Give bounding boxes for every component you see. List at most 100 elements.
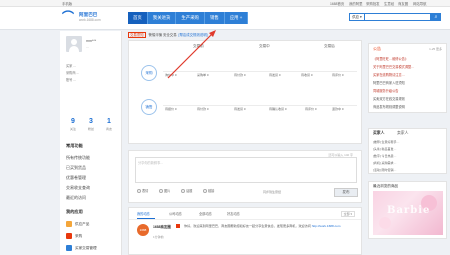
- app-purchase[interactable]: 采购: [66, 233, 82, 239]
- topstrip-link[interactable]: 1688首页: [330, 1, 344, 6]
- post-option-topic[interactable]: 话题: [181, 188, 192, 193]
- common-functions-title: 常用功能: [66, 143, 83, 148]
- post-option-label: 话题: [186, 189, 193, 193]
- logo-subtitle: work.1688.com: [79, 18, 101, 22]
- side-link[interactable]: 所有传统功能: [66, 155, 90, 161]
- nav-apps[interactable]: 应用 +: [224, 12, 249, 24]
- side-link[interactable]: 交易收支查询: [66, 185, 90, 191]
- flow-cell[interactable]: 待发货 0: [269, 73, 281, 77]
- box-icon: [66, 221, 72, 227]
- header: ⌒ 阿里巴巴 work.1688.com 首页 我关进货 生产采购 销售 应用 …: [0, 7, 450, 30]
- search-type-select[interactable]: 供应 ▾: [349, 13, 365, 21]
- feed-tab[interactable]: 我的动态: [137, 211, 150, 216]
- sync-checkbox[interactable]: 同步到生意经: [263, 190, 281, 194]
- announcement-item[interactable]: 买卖双方在线交易规则: [373, 96, 405, 101]
- stat-number: 3: [89, 118, 93, 125]
- flow-cell[interactable]: 待确认收货 0: [269, 107, 287, 111]
- announcement-item[interactable]: 买家在线购物请注意…: [373, 72, 405, 77]
- flow-divider: [163, 105, 357, 106]
- stat-follow[interactable]: 9 关注: [64, 118, 82, 131]
- main-nav: 首页 我关进货 生产采购 销售 应用 +: [128, 12, 249, 24]
- feed-user-name[interactable]: 1688商友圈: [153, 224, 171, 229]
- topstrip-link[interactable]: 我的阿里: [349, 1, 363, 6]
- list-item[interactable]: [活动] 限时促销…: [373, 168, 397, 172]
- feed-link[interactable]: http://work.1688.com: [312, 224, 341, 228]
- feed-filter-dropdown[interactable]: 全部 ▾: [340, 211, 355, 217]
- nav-home[interactable]: 首页: [128, 12, 148, 24]
- flow-cell[interactable]: 待收货 0: [301, 73, 313, 77]
- purchase-circle[interactable]: 采购: [141, 65, 157, 81]
- post-option-image[interactable]: 图片: [159, 188, 170, 193]
- flow-cell[interactable]: 待付款 0: [197, 107, 209, 111]
- publish-button[interactable]: 发布: [334, 188, 358, 197]
- flow-cell[interactable]: 询价中 0: [165, 73, 177, 77]
- flow-cell[interactable]: 待付款 0: [234, 73, 246, 77]
- mobile-link[interactable]: 手机版: [62, 1, 72, 6]
- feed-avatar[interactable]: 1688: [137, 224, 149, 236]
- topstrip-link[interactable]: 网站导航: [413, 1, 427, 6]
- flow-header: 交易前: [193, 44, 204, 48]
- search-icon[interactable]: ⌕: [431, 13, 441, 21]
- product-image-text: Barbie: [387, 205, 431, 216]
- left-sidebar: mm*** ... 买家 ... 采购商 ... 账号 ... 9 关注 3 粉…: [60, 31, 122, 255]
- search-input[interactable]: [365, 13, 431, 21]
- flow-cell[interactable]: 待评价 0: [305, 107, 317, 111]
- stat-fans[interactable]: 3 粉丝: [82, 118, 100, 131]
- list-item[interactable]: [推荐] 生意好帮手…: [373, 140, 400, 144]
- topstrip-link[interactable]: 采购批发: [366, 1, 380, 6]
- feed-tab[interactable]: 好友动态: [227, 211, 240, 216]
- announcement-item[interactable]: 《阿里旺旺…维修公告》: [373, 56, 408, 61]
- alibaba-logo-icon[interactable]: ⌒: [62, 11, 78, 24]
- flow-cell[interactable]: 待发货 0: [234, 107, 246, 111]
- feed-time: 1分钟前: [153, 235, 164, 239]
- product-image[interactable]: Barbie: [373, 191, 443, 235]
- side-link[interactable]: 最近的访问: [66, 195, 86, 201]
- list-item[interactable]: [商机] 采购需求…: [373, 161, 397, 165]
- flow-cell[interactable]: 待报价 0: [165, 107, 177, 111]
- feed-text: 你好，欢迎来到阿里巴巴，商友圈帮助您和好友一起分享生意信息，发现更多商机，欢迎访…: [184, 224, 354, 229]
- list-item[interactable]: [数字] 今日热卖…: [373, 154, 397, 158]
- flow-cell[interactable]: 退款中 0: [332, 107, 344, 111]
- announcement-item[interactable]: 同城服务升级公告: [373, 88, 399, 93]
- user-name[interactable]: mm***: [86, 39, 96, 43]
- tab-seller[interactable]: 卖家人: [397, 131, 408, 136]
- topstrip-link[interactable]: 生意经: [384, 1, 394, 6]
- post-option-link[interactable]: 链接: [203, 188, 214, 193]
- avatar-head-shape: [71, 39, 77, 45]
- stat-friends[interactable]: 1 商友: [100, 118, 118, 131]
- feed-panel: 我的动态 公司动态 全部动态 好友动态 全部 ▾ 1688 1688商友圈 你好…: [128, 207, 362, 255]
- announcement-panel: 公告 1-25 更多 《阿里旺旺…维修公告》 关于阿里巴巴交易模式调整… 买家在…: [368, 43, 447, 113]
- nav-sales[interactable]: 销售: [204, 12, 225, 24]
- topstrip-link[interactable]: 商友圈: [398, 1, 408, 6]
- feed-tab[interactable]: 公司动态: [169, 211, 182, 216]
- app-trade[interactable]: 买家交易管理: [66, 245, 97, 251]
- stat-label: 粉丝: [87, 127, 94, 131]
- recent-browse-panel: 最近浏览的商品 Barbie: [368, 181, 447, 239]
- announcement-item[interactable]: 商品发布规则调整说明: [373, 104, 405, 109]
- app-label: 买家交易管理: [75, 245, 97, 250]
- app-supply[interactable]: 供应产品: [66, 221, 89, 227]
- top-strip: 手机版 1688首页 我的阿里 采购批发 生意经 商友圈 网站导航: [0, 0, 450, 7]
- flow-cell[interactable]: 待评价 0: [332, 73, 344, 77]
- side-link[interactable]: 优惠卷管理: [66, 175, 86, 181]
- notice-tag: 交易须知: [128, 32, 146, 38]
- feed-tab[interactable]: 全部动态: [199, 211, 212, 216]
- avatar[interactable]: [66, 36, 82, 52]
- nav-purchase[interactable]: 我关进货: [147, 12, 177, 24]
- app-label: 采购: [75, 233, 83, 238]
- announcement-item[interactable]: 关于阿里巴巴交易模式调整…: [373, 64, 414, 69]
- sales-circle[interactable]: 销售: [141, 99, 157, 115]
- announcement-item[interactable]: 阿里巴巴商家入驻须知: [373, 80, 405, 85]
- announcement-more[interactable]: 1-25 更多: [429, 47, 442, 51]
- emoji-icon: [137, 188, 141, 193]
- side-link[interactable]: 已买到货品: [66, 165, 86, 171]
- nav-production[interactable]: 生产采购: [176, 12, 205, 24]
- flow-cell[interactable]: 采购单 0: [197, 73, 209, 77]
- cart-icon: [66, 233, 72, 239]
- post-textarea[interactable]: 分享你的新鲜事...: [135, 157, 357, 183]
- list-item[interactable]: [头条] 新品首发…: [373, 147, 397, 151]
- post-option-emoji[interactable]: 表情: [137, 188, 148, 193]
- notice-link[interactable]: [帮店成交规则说明]: [179, 33, 208, 37]
- topic-icon: [181, 188, 185, 193]
- tab-buyer[interactable]: 买家人: [373, 131, 384, 136]
